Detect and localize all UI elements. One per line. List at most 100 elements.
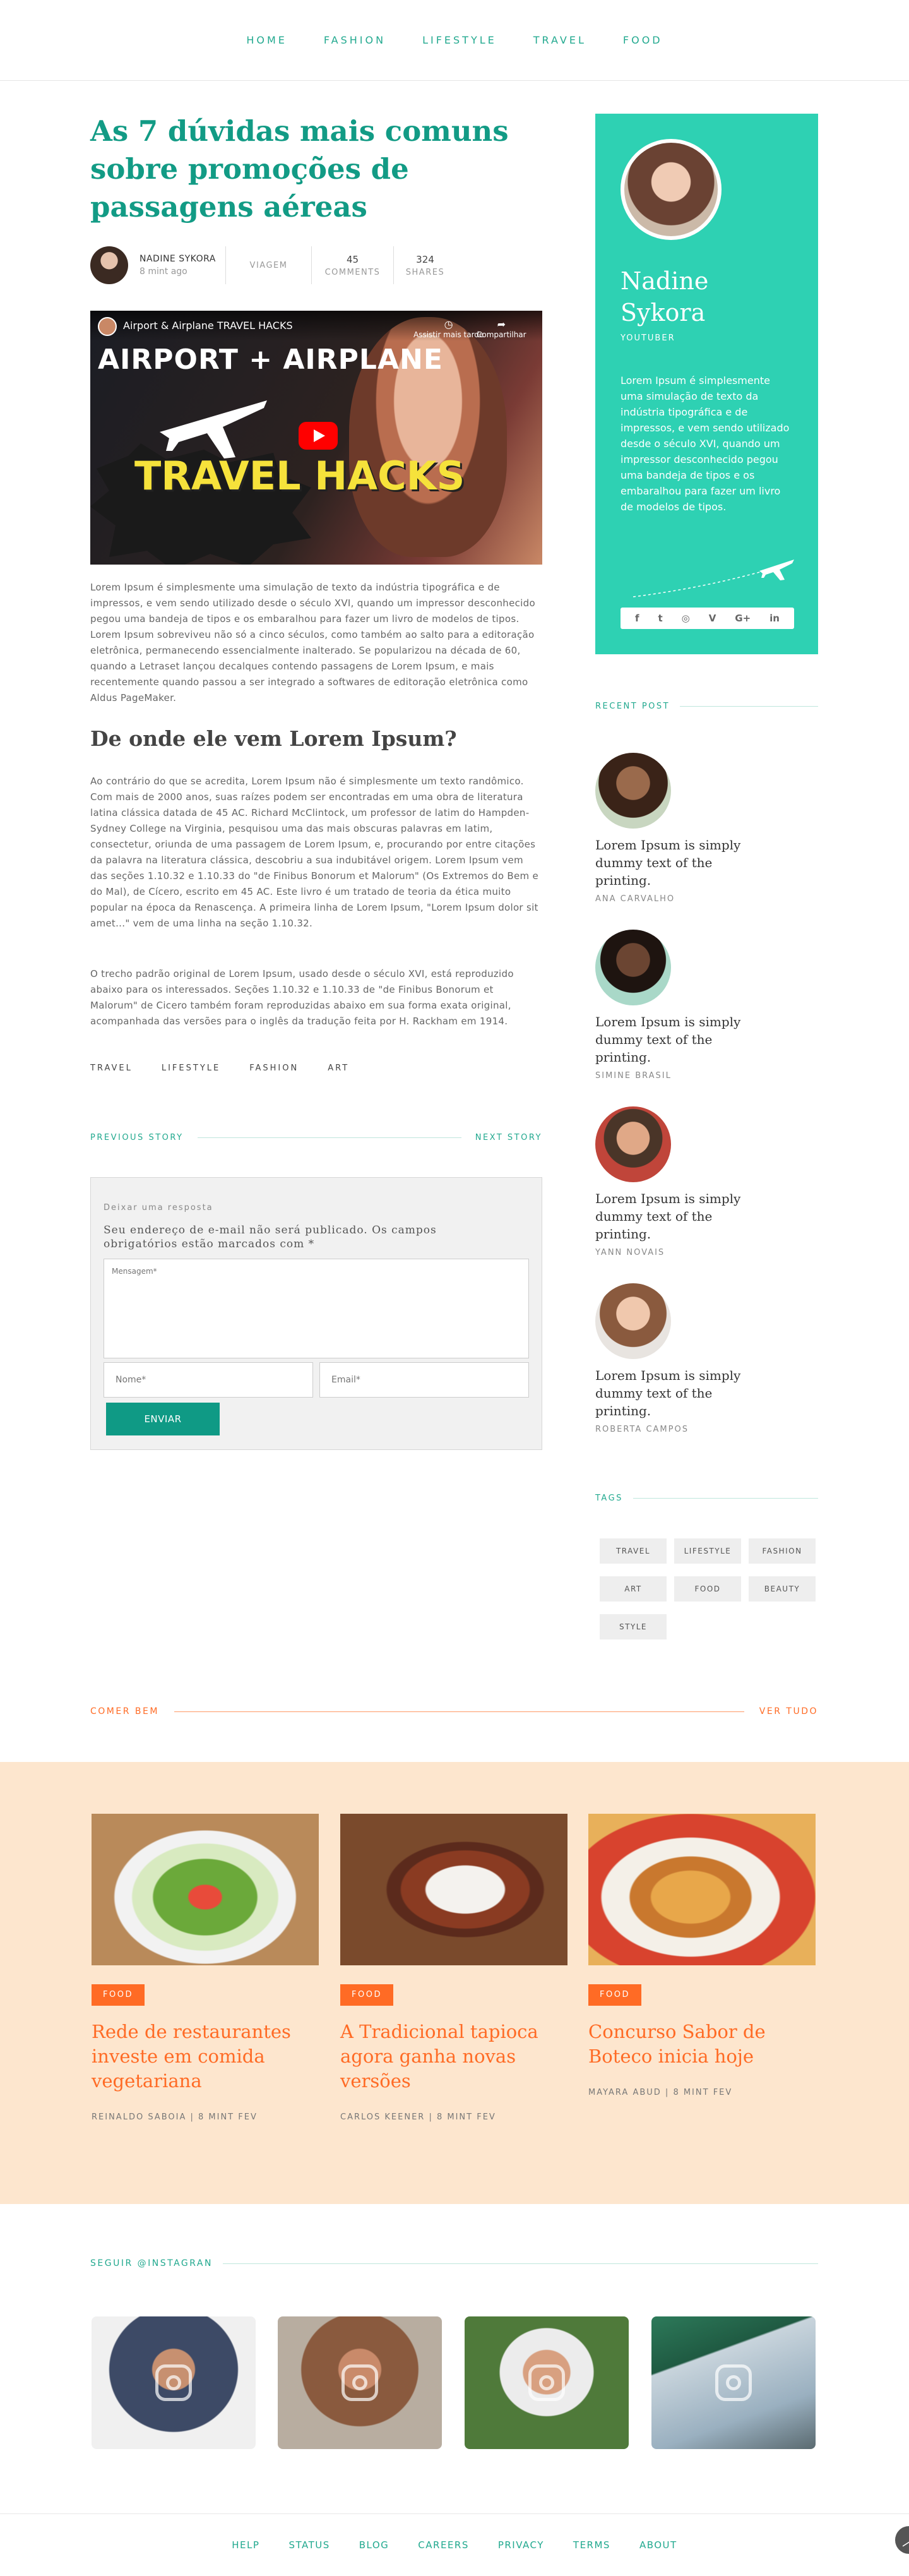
reply-form: Deixar uma resposta Seu endereço de e-ma… xyxy=(90,1177,542,1450)
recent-post-avatar[interactable] xyxy=(595,1106,671,1182)
message-field[interactable] xyxy=(104,1259,529,1358)
tag-chip[interactable]: STYLE xyxy=(600,1614,667,1639)
instagram-photo[interactable] xyxy=(92,2316,256,2449)
food-card-image[interactable] xyxy=(92,1814,319,1965)
post-tag[interactable]: LIFESTYLE xyxy=(162,1063,220,1073)
post-tag[interactable]: TRAVEL xyxy=(90,1063,133,1073)
recent-post-avatar[interactable] xyxy=(595,1283,671,1359)
footer-link-status[interactable]: STATUS xyxy=(288,2539,330,2551)
food-card-image[interactable] xyxy=(340,1814,567,1965)
name-field[interactable] xyxy=(104,1362,313,1398)
recent-post-title[interactable]: Lorem Ipsum is simply dummy text of the … xyxy=(595,1190,759,1243)
watch-later-button[interactable]: ◷ Assistir mais tarde xyxy=(413,318,484,339)
nav-travel[interactable]: TRAVEL xyxy=(533,34,586,46)
comments-label: COMMENTS xyxy=(324,267,381,277)
nav-home[interactable]: HOME xyxy=(246,34,287,46)
post-category[interactable]: VIAGEM xyxy=(250,261,288,270)
tag-chip[interactable]: TRAVEL xyxy=(600,1538,667,1564)
reply-label: Deixar uma resposta xyxy=(104,1203,213,1213)
profile-name: Nadine Sykora xyxy=(621,267,709,326)
category-stat[interactable]: VIAGEM xyxy=(225,246,311,284)
recent-post-title[interactable]: Lorem Ipsum is simply dummy text of the … xyxy=(595,836,759,889)
shares-stat[interactable]: 324 SHARES xyxy=(393,246,456,284)
instagram-heading-label[interactable]: SEGUIR @INSTAGRAN xyxy=(90,2258,213,2268)
nav-lifestyle[interactable]: LIFESTYLE xyxy=(422,34,497,46)
tag-chip[interactable]: FOOD xyxy=(674,1576,741,1602)
instagram-heading: SEGUIR @INSTAGRAN xyxy=(90,2257,818,2270)
footer-link-about[interactable]: ABOUT xyxy=(639,2539,677,2551)
top-navigation: HOME FASHION LIFESTYLE TRAVEL FOOD xyxy=(0,0,909,81)
nav-fashion[interactable]: FASHION xyxy=(324,34,386,46)
tag-chip[interactable]: BEAUTY xyxy=(749,1576,816,1602)
email-field[interactable] xyxy=(319,1362,529,1398)
footer-link-help[interactable]: HELP xyxy=(232,2539,259,2551)
airplane-icon xyxy=(633,560,794,597)
share-button[interactable]: ➦ Compartilhar xyxy=(477,318,526,339)
see-all-link[interactable]: VER TUDO xyxy=(759,1706,818,1716)
recent-post-title[interactable]: Lorem Ipsum is simply dummy text of the … xyxy=(595,1367,759,1420)
food-card-badge[interactable]: FOOD xyxy=(588,1984,641,2006)
food-card-image[interactable] xyxy=(588,1814,816,1965)
food-card[interactable]: FOOD Concurso Sabor de Boteco inicia hoj… xyxy=(588,1814,816,2097)
footer-link-blog[interactable]: BLOG xyxy=(359,2539,389,2551)
post-time: 8 mint ago xyxy=(140,267,187,277)
tag-chip[interactable]: ART xyxy=(600,1576,667,1602)
recent-post-title[interactable]: Lorem Ipsum is simply dummy text of the … xyxy=(595,1013,759,1066)
recent-post-author: SIMINE BRASIL xyxy=(595,1071,672,1081)
recent-post-item[interactable]: Lorem Ipsum is simply dummy text of the … xyxy=(595,753,759,904)
tag-chip[interactable]: FASHION xyxy=(749,1538,816,1564)
play-button[interactable] xyxy=(299,422,338,450)
linkedin-icon[interactable]: in xyxy=(769,613,780,624)
clock-icon: ◷ xyxy=(444,318,453,330)
next-story-link[interactable]: NEXT STORY xyxy=(475,1133,542,1142)
food-card-title[interactable]: Rede de restaurantes investe em comida v… xyxy=(92,2020,319,2094)
recent-post-heading-label: RECENT POST xyxy=(595,701,670,711)
post-title: As 7 dúvidas mais comuns sobre promoções… xyxy=(90,114,509,224)
footer: HELP STATUS BLOG CAREERS PRIVACY TERMS A… xyxy=(0,2513,909,2576)
instagram-icon[interactable]: ◎ xyxy=(682,613,690,624)
channel-avatar[interactable] xyxy=(98,317,117,336)
tag-chip[interactable]: LIFESTYLE xyxy=(674,1538,741,1564)
post-tag[interactable]: FASHION xyxy=(249,1063,299,1073)
footer-link-careers[interactable]: CAREERS xyxy=(418,2539,469,2551)
shares-count: 324 xyxy=(416,253,434,265)
instagram-photo[interactable] xyxy=(465,2316,629,2449)
author-avatar[interactable] xyxy=(90,246,128,284)
recent-post-avatar[interactable] xyxy=(595,753,671,829)
instagram-photo[interactable] xyxy=(651,2316,816,2449)
food-card-title[interactable]: Concurso Sabor de Boteco inicia hoje xyxy=(588,2020,816,2069)
footer-link-privacy[interactable]: PRIVACY xyxy=(498,2539,544,2551)
video-player[interactable]: Airport & Airplane TRAVEL HACKS ◷ Assist… xyxy=(90,311,542,565)
recent-post-item[interactable]: Lorem Ipsum is simply dummy text of the … xyxy=(595,930,759,1081)
twitter-icon[interactable]: t xyxy=(658,613,662,624)
recent-post-item[interactable]: Lorem Ipsum is simply dummy text of the … xyxy=(595,1283,759,1434)
footer-link-terms[interactable]: TERMS xyxy=(573,2539,610,2551)
vimeo-icon[interactable]: V xyxy=(709,613,716,624)
google-plus-icon[interactable]: G+ xyxy=(735,613,751,624)
instagram-icon xyxy=(715,2364,752,2401)
video-title[interactable]: Airport & Airplane TRAVEL HACKS xyxy=(123,320,293,332)
food-card[interactable]: FOOD Rede de restaurantes investe em com… xyxy=(92,1814,319,2122)
post-tag[interactable]: ART xyxy=(328,1063,349,1073)
divider xyxy=(174,1711,744,1712)
chevron-up-icon: ︿ xyxy=(902,2530,909,2550)
recent-post-avatar[interactable] xyxy=(595,930,671,1005)
nav-food[interactable]: FOOD xyxy=(623,34,663,46)
tags-heading-label: TAGS xyxy=(595,1493,623,1503)
shares-label: SHARES xyxy=(405,267,445,277)
food-card-meta: REINALDO SABOIA | 8 MINT FEV xyxy=(92,2112,258,2122)
instagram-photo[interactable] xyxy=(278,2316,442,2449)
divider xyxy=(197,1137,461,1138)
submit-button[interactable]: ENVIAR xyxy=(106,1403,220,1435)
profile-avatar xyxy=(621,139,722,240)
food-section-title[interactable]: COMER BEM xyxy=(90,1706,159,1716)
facebook-icon[interactable]: f xyxy=(635,613,639,624)
recent-post-item[interactable]: Lorem Ipsum is simply dummy text of the … xyxy=(595,1106,759,1257)
previous-story-link[interactable]: PREVIOUS STORY xyxy=(90,1133,184,1142)
food-card[interactable]: FOOD A Tradicional tapioca agora ganha n… xyxy=(340,1814,567,2122)
food-card-badge[interactable]: FOOD xyxy=(92,1984,145,2006)
author-name[interactable]: NADINE SYKORA xyxy=(140,254,225,264)
food-card-badge[interactable]: FOOD xyxy=(340,1984,393,2006)
food-card-title[interactable]: A Tradicional tapioca agora ganha novas … xyxy=(340,2020,567,2094)
comments-stat[interactable]: 45 COMMENTS xyxy=(311,246,393,284)
